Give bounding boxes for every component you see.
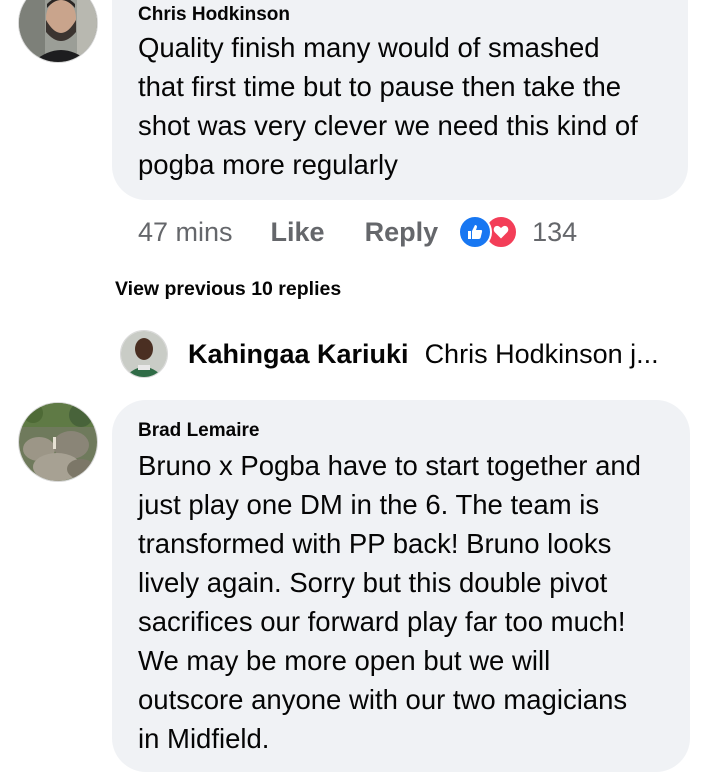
comment-text-line: pogba more regularly [138, 149, 398, 180]
comment-text-line: just play one DM in the 6. The team is [138, 489, 600, 520]
comment-text: Quality finish many would of smashed tha… [138, 28, 638, 184]
comment-author[interactable]: Brad Lemaire [138, 420, 259, 442]
reply-author[interactable]: Kahingaa Kariuki [188, 339, 409, 370]
comment-text-line: We may be more open but we will [138, 645, 551, 676]
reply-button[interactable]: Reply [365, 217, 439, 248]
comment-text-line: lively again. Sorry but this double pivo… [138, 567, 608, 598]
reaction-summary[interactable] [458, 215, 519, 249]
comment-text-line: transformed with PP back! Bruno looks [138, 528, 612, 559]
avatar-brad-lemaire[interactable] [18, 402, 98, 482]
outdoor-rocks-avatar-icon [19, 403, 97, 481]
comment-text-line: Bruno x Pogba have to start together and [138, 450, 641, 481]
comment-text-line: shot was very clever we need this kind o… [138, 110, 638, 141]
view-previous-replies-link[interactable]: View previous 10 replies [115, 278, 341, 301]
comment-author[interactable]: Chris Hodkinson [138, 4, 290, 26]
avatar-chris-hodkinson[interactable] [18, 0, 98, 63]
reaction-count[interactable]: 134 [532, 217, 577, 248]
comment-actions: 47 mins Like Reply 134 [138, 212, 577, 252]
comment-text-line: Quality finish many would of smashed [138, 32, 600, 63]
comment-text: Bruno x Pogba have to start together and… [138, 446, 641, 758]
man-green-shirt-avatar-icon [121, 331, 167, 377]
comment-text-line: in Midfield. [138, 723, 270, 754]
like-button[interactable]: Like [271, 217, 325, 248]
reply-preview[interactable]: Kahingaa Kariuki Chris Hodkinson j... [120, 330, 680, 378]
comment-text-line: sacrifices our forward play far too much… [138, 606, 626, 637]
comment-text-line: outscore anyone with our two magicians [138, 684, 628, 715]
reply-preview-text[interactable]: Chris Hodkinson j... [425, 339, 680, 370]
comment-bubble-brad: Brad Lemaire Bruno x Pogba have to start… [112, 400, 690, 772]
comment-bubble-chris: Chris Hodkinson Quality finish many woul… [112, 0, 688, 200]
comment-text-line: that first time but to pause then take t… [138, 71, 622, 102]
comment-timestamp[interactable]: 47 mins [138, 217, 233, 248]
like-icon [458, 215, 493, 249]
man-with-beard-avatar-icon [19, 0, 97, 62]
avatar-kahingaa-kariuki[interactable] [120, 330, 168, 378]
